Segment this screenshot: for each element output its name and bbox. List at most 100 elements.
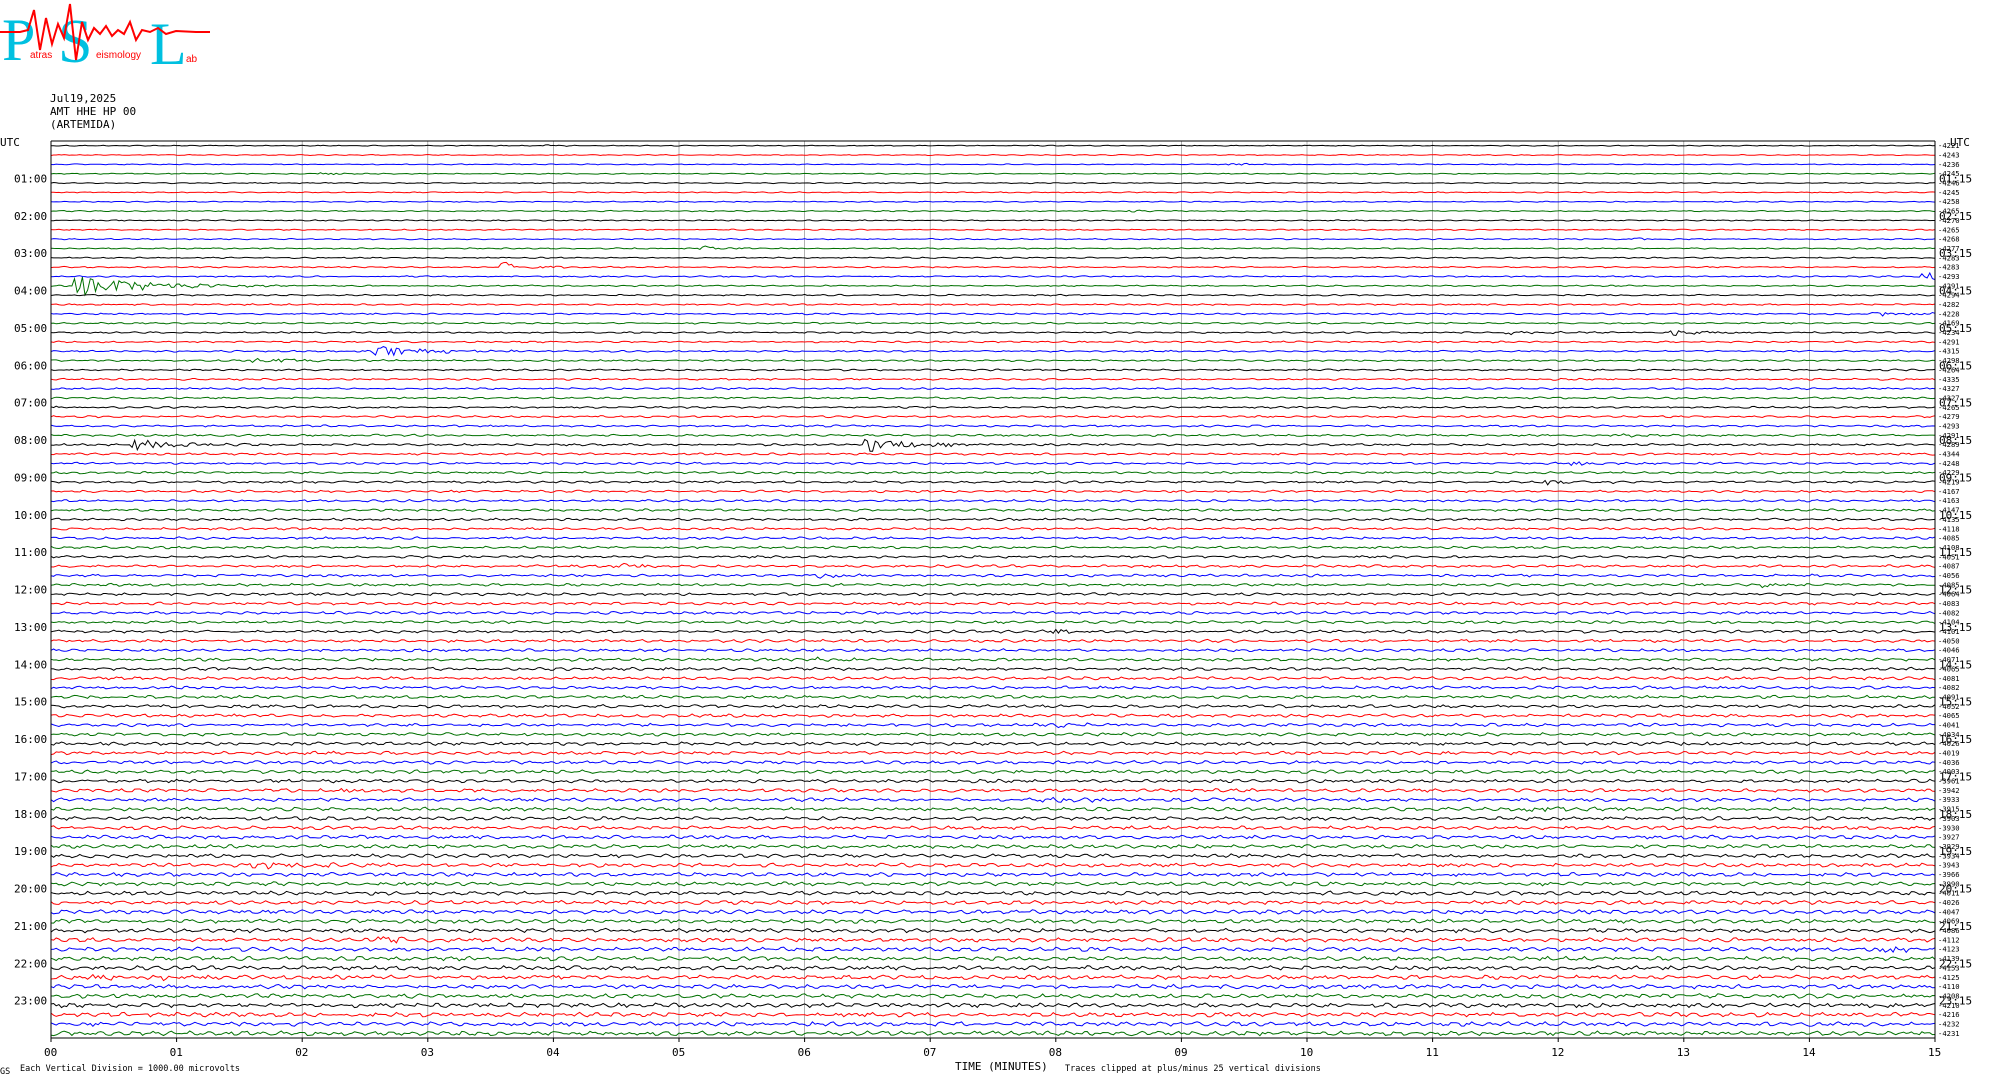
left-hour-label-11: 12:00	[14, 584, 47, 597]
offset-label-row-19: -4169	[1938, 319, 1960, 328]
trace-row-39	[50, 508, 1936, 512]
x-tick-label-11: 11	[1426, 1046, 1439, 1059]
trace-row-43	[50, 545, 1936, 550]
left-hour-label-18: 19:00	[14, 845, 47, 858]
trace-row-3	[50, 172, 1936, 176]
offset-label-row-29: -4279	[1938, 412, 1960, 421]
offset-label-row-26: -4327	[1938, 384, 1960, 393]
offset-label-row-62: -4041	[1938, 720, 1960, 729]
trace-row-44	[50, 554, 1936, 559]
offset-label-row-17: -4282	[1938, 300, 1960, 309]
trace-row-35	[50, 470, 1936, 475]
offset-label-row-93: -4216	[1938, 1010, 1960, 1019]
offset-label-row-63: -4034	[1938, 730, 1960, 739]
trace-row-89	[50, 973, 1936, 982]
trace-row-61	[50, 713, 1936, 718]
trace-row-75	[50, 843, 1936, 850]
x-tick-label-5: 05	[672, 1046, 685, 1059]
trace-row-9	[50, 228, 1936, 231]
trace-row-12	[50, 256, 1936, 260]
trace-row-79	[50, 881, 1936, 887]
trace-row-67	[51, 769, 1936, 775]
offset-label-row-94: -4232	[1938, 1019, 1960, 1028]
trace-row-64	[50, 740, 1936, 747]
trace-row-38	[50, 498, 1936, 503]
offset-label-row-87: -4139	[1938, 954, 1960, 963]
trace-row-33	[50, 452, 1936, 456]
left-hour-label-20: 21:00	[14, 920, 47, 933]
trace-row-92	[50, 1002, 1936, 1009]
trace-row-86	[50, 946, 1936, 954]
trace-row-25	[50, 377, 1936, 381]
corner-mark: GS	[0, 1067, 10, 1077]
trace-row-11	[50, 245, 1936, 250]
trace-row-91	[51, 993, 1936, 999]
trace-row-50	[50, 610, 1936, 615]
left-hour-label-4: 05:00	[14, 322, 47, 335]
x-tick-labels: 00 01 02 03 04 05 06 07 08 09 10 11 12 13 14 15	[44, 1038, 1941, 1059]
trace-row-63	[50, 732, 1936, 737]
trace-row-60	[50, 704, 1936, 709]
offset-label-row-66: -4036	[1938, 758, 1960, 767]
trace-row-40	[50, 517, 1936, 522]
offset-label-row-34: -4248	[1938, 459, 1960, 468]
trace-row-6	[50, 200, 1936, 203]
offset-label-row-61: -4065	[1938, 711, 1960, 720]
trace-row-20	[50, 330, 1936, 337]
offset-label-row-11: -4277	[1938, 244, 1960, 253]
trace-row-13	[50, 261, 1936, 269]
trace-row-55	[50, 656, 1936, 662]
trace-row-1	[50, 153, 1935, 157]
trace-row-2	[50, 162, 1936, 166]
offset-label-row-6: -4258	[1938, 197, 1960, 206]
offset-label-row-35: -4229	[1938, 468, 1960, 477]
offset-label-row-16: -4294	[1938, 291, 1960, 300]
helicorder-plot: UTC 01:00 02:00 03:00 04:00 05:00 06:00 07:00 0…	[0, 136, 1972, 1077]
offset-label-row-75: -3929	[1938, 842, 1960, 851]
left-hour-label-22: 23:00	[14, 995, 47, 1008]
offset-label-row-59: -4091	[1938, 692, 1960, 701]
offset-label-row-49: -4083	[1938, 599, 1960, 608]
offset-label-row-8: -4270	[1938, 216, 1960, 225]
offset-label-row-92: -4210	[1938, 1001, 1960, 1010]
trace-row-22	[50, 346, 1936, 357]
offset-label-row-25: -4335	[1938, 375, 1960, 384]
trace-row-90	[50, 983, 1936, 990]
x-tick-label-10: 10	[1300, 1046, 1313, 1059]
x-tick-label-12: 12	[1551, 1046, 1564, 1059]
offset-label-row-40: -4135	[1938, 515, 1960, 524]
left-hour-label-2: 03:00	[14, 247, 47, 260]
offset-label-row-64: -4026	[1938, 739, 1960, 748]
left-hour-label-3: 04:00	[14, 285, 47, 298]
offset-label-row-10: -4268	[1938, 235, 1960, 244]
offset-label-row-13: -4283	[1938, 263, 1960, 272]
trace-row-30	[50, 424, 1936, 428]
offset-label-row-24: -4264	[1938, 365, 1960, 374]
offset-label-row-88: -4153	[1938, 963, 1960, 972]
trace-row-26	[50, 387, 1936, 391]
trace-row-49	[50, 601, 1936, 606]
offset-label-row-21: -4291	[1938, 337, 1960, 346]
trace-row-84	[50, 927, 1936, 934]
offset-label-row-0: -4221	[1938, 141, 1960, 150]
offset-label-row-39: -4147	[1938, 506, 1960, 515]
trace-row-76	[50, 853, 1936, 859]
offset-label-row-30: -4293	[1938, 421, 1960, 430]
trace-row-8	[51, 219, 1935, 222]
offset-label-row-38: -4163	[1938, 496, 1960, 505]
trace-row-56	[50, 666, 1936, 672]
trace-row-70	[50, 796, 1936, 803]
trace-row-77	[50, 862, 1936, 870]
offset-label-row-44: -4051	[1938, 552, 1960, 561]
left-hour-label-7: 08:00	[14, 434, 47, 447]
offset-label-row-36: -4219	[1938, 478, 1960, 487]
offset-label-row-65: -4019	[1938, 749, 1960, 758]
trace-row-73	[50, 825, 1936, 831]
trace-row-58	[50, 685, 1936, 690]
offset-label-row-86: -4123	[1938, 945, 1960, 954]
offset-label-row-5: -4245	[1938, 188, 1960, 197]
offset-label-row-51: -4104	[1938, 618, 1960, 627]
offset-label-row-52: -4101	[1938, 627, 1960, 636]
trace-row-87	[50, 955, 1936, 962]
offset-label-row-70: -3933	[1938, 795, 1960, 804]
